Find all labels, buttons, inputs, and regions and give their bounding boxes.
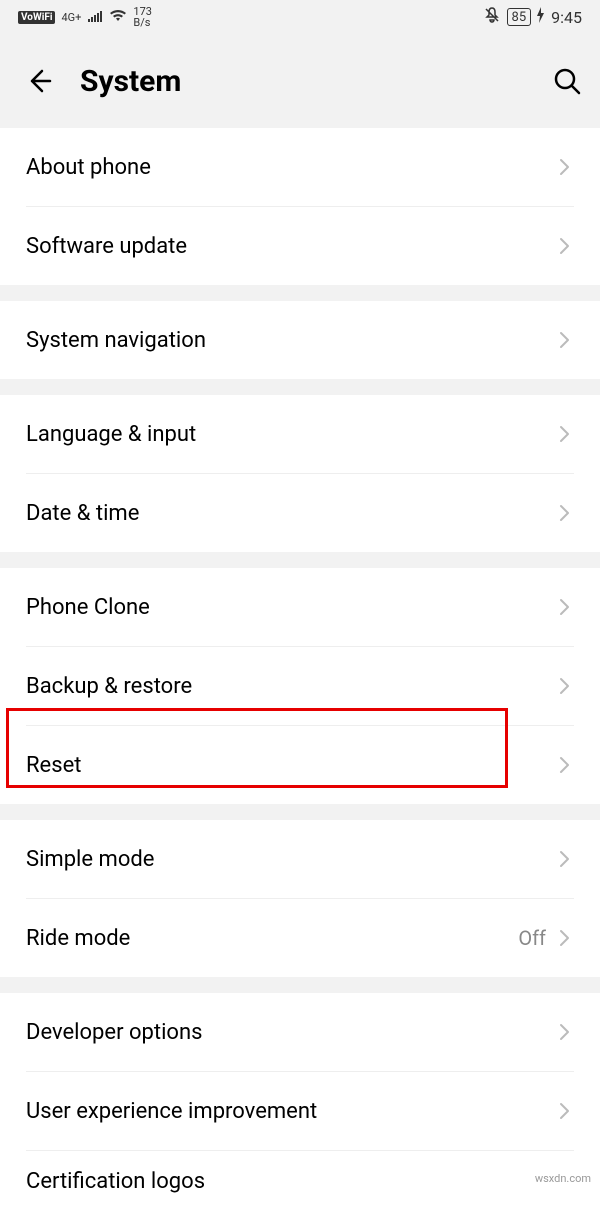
- status-time: 9:45: [551, 8, 582, 27]
- group-gap: [0, 804, 600, 820]
- chevron-right-icon: [556, 756, 574, 774]
- search-button[interactable]: [552, 66, 582, 96]
- row-label: About phone: [26, 155, 556, 180]
- settings-group-2: Language & input Date & time: [0, 395, 600, 552]
- chevron-right-icon: [556, 929, 574, 947]
- charging-icon: [537, 7, 545, 27]
- chevron-right-icon: [556, 677, 574, 695]
- chevron-right-icon: [556, 425, 574, 443]
- row-system-navigation[interactable]: System navigation: [0, 301, 600, 379]
- watermark: wsxdn.com: [532, 1171, 594, 1186]
- row-label: Developer options: [26, 1020, 556, 1045]
- row-label: Date & time: [26, 501, 556, 526]
- row-software-update[interactable]: Software update: [0, 207, 600, 285]
- row-label: System navigation: [26, 328, 556, 353]
- row-value: Off: [518, 926, 546, 950]
- row-label: Backup & restore: [26, 674, 556, 699]
- row-simple-mode[interactable]: Simple mode: [0, 820, 600, 898]
- row-developer-options[interactable]: Developer options: [0, 993, 600, 1071]
- group-gap: [0, 977, 600, 993]
- back-button[interactable]: [24, 67, 52, 95]
- row-label: Simple mode: [26, 847, 556, 872]
- network-type: 4G+: [61, 11, 81, 24]
- row-label: Language & input: [26, 422, 556, 447]
- header: System: [0, 34, 600, 128]
- row-label: Certification logos: [26, 1169, 574, 1194]
- row-ride-mode[interactable]: Ride mode Off: [0, 899, 600, 977]
- chevron-right-icon: [556, 504, 574, 522]
- page-title: System: [80, 64, 524, 99]
- status-right: 85 9:45: [483, 6, 582, 28]
- row-reset[interactable]: Reset: [0, 726, 600, 804]
- chevron-right-icon: [556, 158, 574, 176]
- row-date-time[interactable]: Date & time: [0, 474, 600, 552]
- chevron-right-icon: [556, 237, 574, 255]
- row-label: Reset: [26, 753, 556, 778]
- settings-group-1: System navigation: [0, 301, 600, 379]
- chevron-right-icon: [556, 850, 574, 868]
- settings-group-0: About phone Software update: [0, 128, 600, 285]
- row-label: Phone Clone: [26, 595, 556, 620]
- chevron-right-icon: [556, 1102, 574, 1120]
- row-backup-restore[interactable]: Backup & restore: [0, 647, 600, 725]
- row-phone-clone[interactable]: Phone Clone: [0, 568, 600, 646]
- row-label: Ride mode: [26, 926, 518, 951]
- settings-group-3: Phone Clone Backup & restore Reset: [0, 568, 600, 804]
- row-certification-logos[interactable]: Certification logos: [0, 1151, 600, 1211]
- chevron-right-icon: [556, 1023, 574, 1041]
- chevron-right-icon: [556, 598, 574, 616]
- status-left: VoWiFi 4G+ 173 B/s: [18, 6, 152, 28]
- row-language-input[interactable]: Language & input: [0, 395, 600, 473]
- row-about-phone[interactable]: About phone: [0, 128, 600, 206]
- chevron-right-icon: [556, 331, 574, 349]
- group-gap: [0, 379, 600, 395]
- settings-group-4: Simple mode Ride mode Off: [0, 820, 600, 977]
- network-speed: 173 B/s: [133, 6, 152, 28]
- signal-icon: [87, 8, 103, 26]
- dnd-icon: [483, 6, 501, 28]
- vowifi-badge: VoWiFi: [18, 11, 55, 24]
- settings-group-5: Developer options User experience improv…: [0, 993, 600, 1211]
- row-user-experience-improvement[interactable]: User experience improvement: [0, 1072, 600, 1150]
- group-gap: [0, 285, 600, 301]
- battery-indicator: 85: [507, 8, 532, 26]
- wifi-icon: [109, 8, 127, 26]
- row-label: User experience improvement: [26, 1099, 556, 1124]
- group-gap: [0, 552, 600, 568]
- row-label: Software update: [26, 234, 556, 259]
- status-bar: VoWiFi 4G+ 173 B/s 85 9:45: [0, 0, 600, 34]
